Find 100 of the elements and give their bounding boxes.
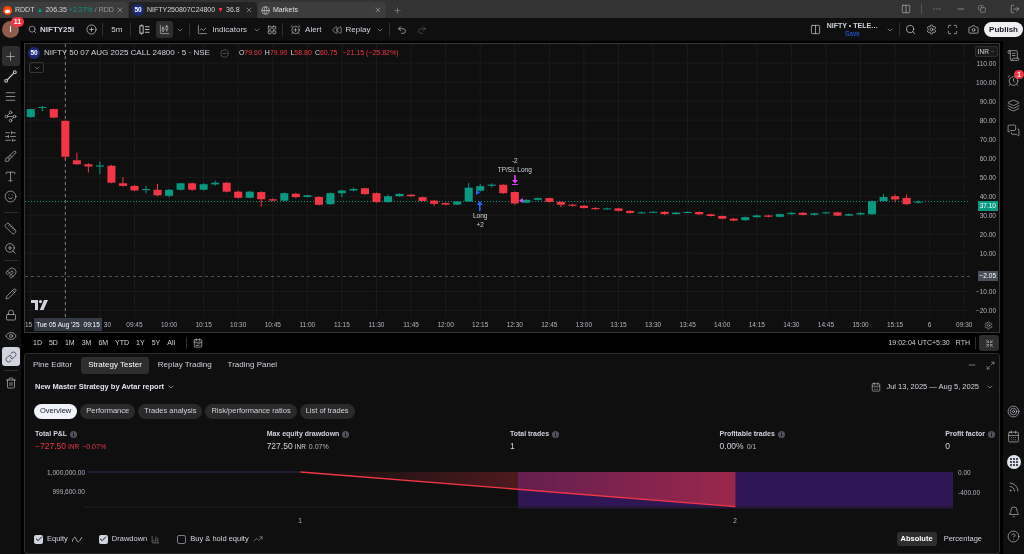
metric-value: 1 (509, 440, 515, 453)
drawing-tool-button[interactable] (1, 46, 20, 66)
candle (326, 191, 335, 206)
trend-line-icon (252, 534, 263, 544)
panel-tab[interactable]: Strategy Tester (81, 356, 149, 374)
panel-tab[interactable]: Pine Editor (26, 356, 80, 374)
layout-icon[interactable] (809, 24, 821, 35)
candle (499, 183, 508, 195)
layers-icon[interactable] (1007, 99, 1020, 112)
close-icon[interactable] (245, 6, 253, 14)
fullscreen-icon[interactable] (947, 24, 959, 35)
brush-icon (4, 149, 17, 163)
candle (568, 203, 577, 208)
magnet-icon (4, 266, 17, 279)
new-tab-icon[interactable] (393, 5, 402, 15)
candle (165, 188, 174, 198)
candle (649, 210, 658, 214)
checkbox[interactable] (34, 534, 43, 544)
symbol-title[interactable]: NIFTY 50 07 AUG 2025 CALL 24800 · 5 · NSE (44, 47, 210, 59)
close-icon[interactable] (116, 6, 124, 14)
candle (879, 193, 888, 203)
candle (291, 192, 300, 199)
checkbox[interactable] (98, 534, 108, 544)
info-icon[interactable] (552, 431, 560, 438)
checkbox[interactable] (177, 534, 187, 544)
candle (637, 211, 646, 215)
quick-search-icon[interactable] (905, 24, 917, 35)
info-icon[interactable] (777, 431, 785, 438)
bell-icon[interactable] (1007, 505, 1020, 518)
settings-icon[interactable] (926, 24, 938, 35)
settings-icon[interactable] (984, 320, 993, 330)
candle (245, 190, 254, 199)
metric-value: 0.00% (719, 440, 744, 453)
text-tool-icon (4, 169, 17, 183)
restore-icon[interactable] (978, 5, 986, 13)
candle (234, 190, 243, 199)
info-icon[interactable] (70, 431, 78, 438)
camera-icon[interactable] (968, 24, 980, 35)
broadcast-icon[interactable] (1007, 480, 1020, 493)
candle (188, 182, 197, 192)
help-icon[interactable] (1007, 530, 1020, 543)
candle (868, 199, 877, 216)
calendar-icon[interactable] (193, 338, 203, 348)
split-screen-icon[interactable] (901, 4, 911, 14)
exit-icon[interactable] (1010, 4, 1020, 14)
candle (407, 193, 416, 198)
alarm-clock-icon (290, 24, 302, 35)
panel-tab[interactable]: Trading Panel (220, 356, 285, 374)
candle (118, 176, 127, 188)
info-icon[interactable] (342, 431, 350, 438)
maximize-icon[interactable] (986, 360, 995, 370)
candle (556, 200, 565, 208)
candle (660, 210, 669, 216)
candle (314, 195, 323, 206)
metric-value: 727.50 (266, 440, 293, 453)
candle (61, 119, 70, 161)
symbol-search-button[interactable]: NIFTY25I (28, 21, 75, 38)
candle (384, 194, 393, 204)
logo-icon (31, 300, 48, 310)
indicators-button[interactable]: Indicators (195, 21, 250, 38)
interval-button[interactable]: 5m (108, 21, 126, 38)
candle (84, 162, 93, 173)
undo-icon[interactable] (397, 24, 408, 35)
panel-tab[interactable]: Replay Trading (150, 356, 219, 374)
candle (199, 182, 208, 191)
toggle-button[interactable] (1, 347, 20, 366)
candle (764, 214, 773, 219)
candle (695, 210, 704, 216)
candle (510, 190, 519, 206)
nodes-icon (4, 109, 17, 123)
scale-button[interactable] (979, 335, 999, 351)
candle (268, 198, 277, 202)
alert-button[interactable]: Alert (288, 21, 324, 38)
candle (49, 108, 58, 119)
legend-toggle-button[interactable] (29, 62, 44, 73)
candle (303, 194, 312, 199)
close-icon[interactable] (374, 6, 382, 14)
chart-style-button[interactable] (156, 21, 174, 38)
globe-icon (261, 5, 270, 15)
list-icon[interactable] (1007, 49, 1020, 62)
chat-icon[interactable] (1007, 124, 1020, 137)
publish-button[interactable]: Publish (984, 22, 1023, 37)
grid-icon[interactable] (267, 24, 278, 35)
dots-grid-icon[interactable] (1006, 454, 1021, 469)
candle (856, 211, 865, 216)
candle (176, 182, 185, 191)
round-logo-icon (3, 5, 12, 15)
candle (626, 209, 635, 215)
calendar-icon[interactable] (1007, 430, 1020, 443)
info-icon[interactable] (988, 431, 995, 438)
candle (153, 183, 162, 197)
replay-button[interactable]: Replay (329, 21, 373, 38)
line-chart-icon (197, 24, 209, 35)
candle (222, 181, 231, 193)
trash-icon[interactable] (4, 377, 17, 389)
candle (602, 207, 611, 211)
add-symbol-icon[interactable] (86, 24, 98, 35)
check-icon (99, 535, 108, 543)
target-icon[interactable] (1007, 405, 1020, 418)
alarm-clock-icon[interactable] (1007, 74, 1020, 87)
